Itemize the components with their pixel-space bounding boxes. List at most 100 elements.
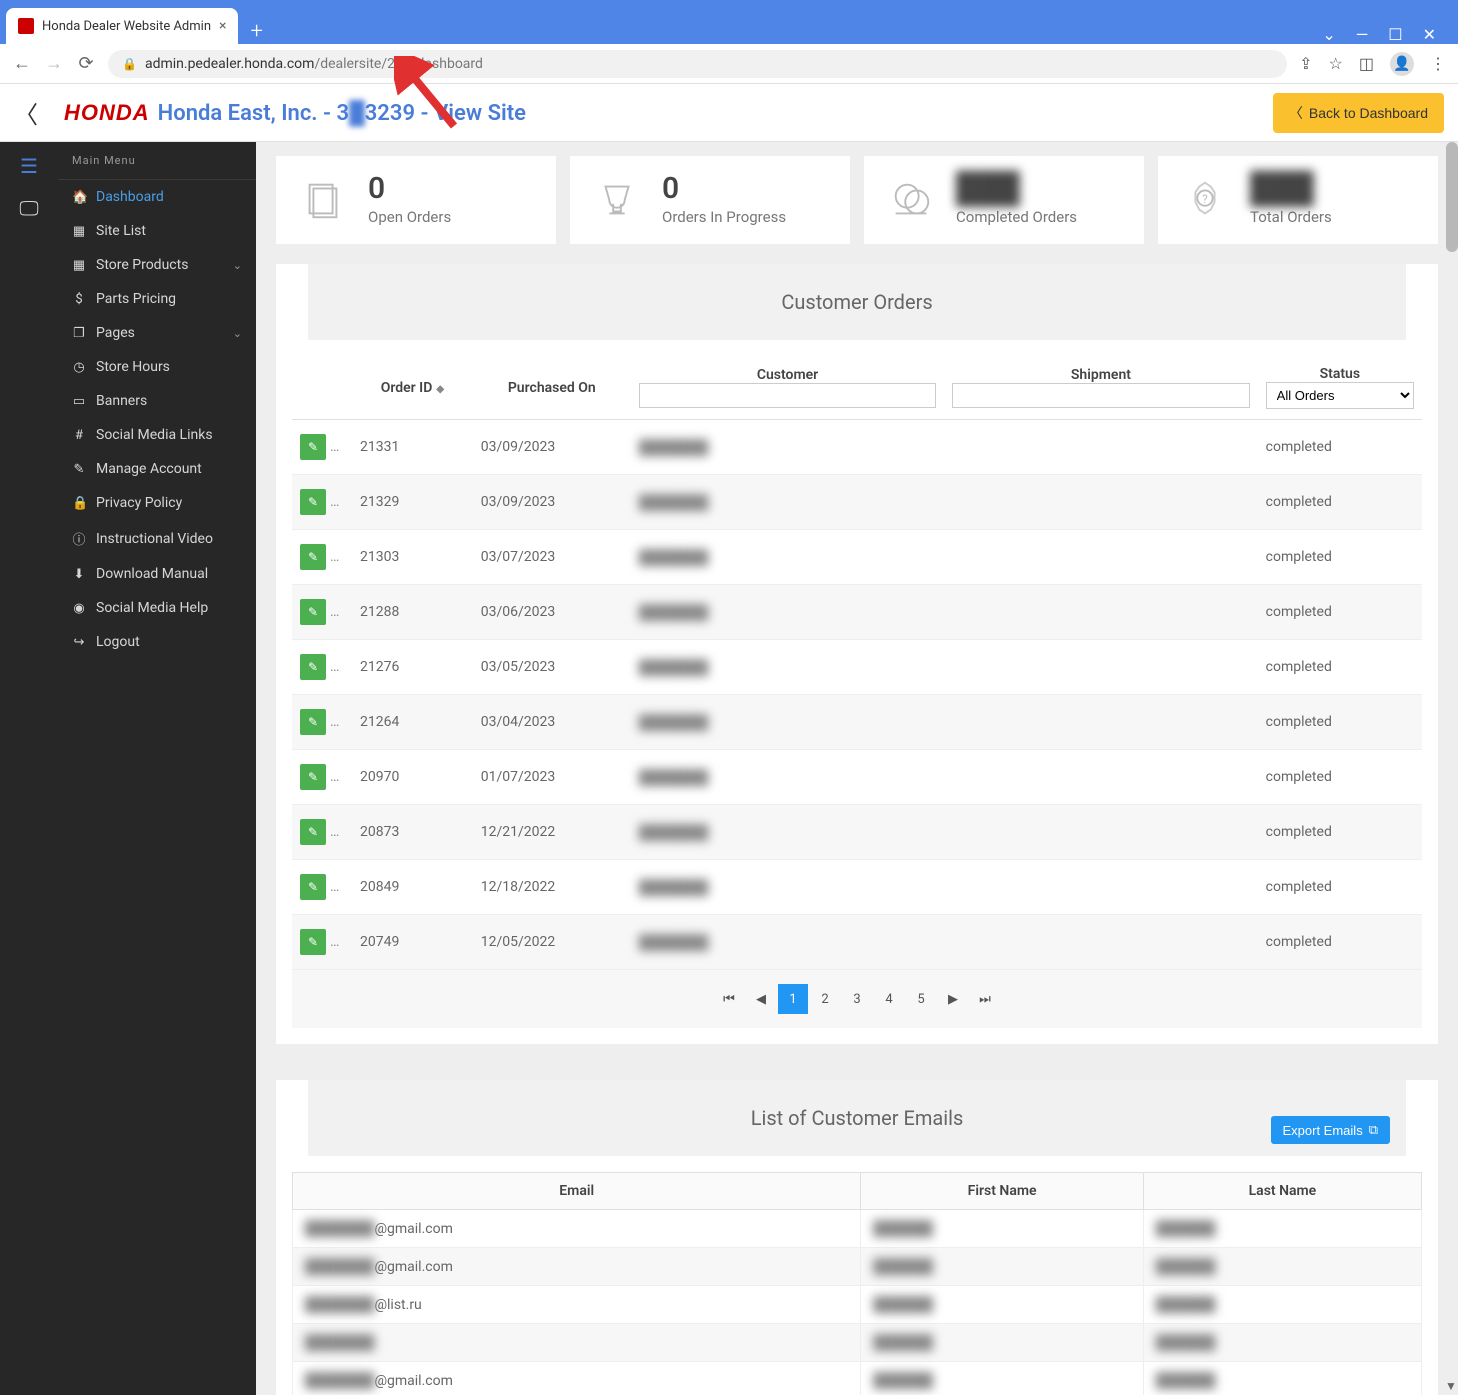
cell-date: 12/21/2022 bbox=[473, 805, 631, 860]
page-number[interactable]: 5 bbox=[906, 984, 936, 1014]
scrollbar[interactable] bbox=[1446, 142, 1458, 252]
page-nav[interactable]: ⏮ bbox=[714, 984, 744, 1014]
cell-status: completed bbox=[1258, 695, 1422, 750]
edit-order-button[interactable]: ✎ bbox=[300, 599, 326, 625]
sidebar-item-site-list[interactable]: ▦Site List bbox=[58, 214, 256, 248]
edit-order-button[interactable]: ✎ bbox=[300, 819, 326, 845]
emails-table: Email First Name Last Name ███████@gmail… bbox=[292, 1172, 1422, 1395]
edit-order-button[interactable]: ✎ bbox=[300, 709, 326, 735]
status-filter-select[interactable]: All Orders bbox=[1266, 382, 1414, 409]
more-icon[interactable]: … bbox=[330, 769, 339, 785]
edit-order-button[interactable]: ✎ bbox=[300, 929, 326, 955]
cell-status: completed bbox=[1258, 640, 1422, 695]
page-nav[interactable]: ⏭ bbox=[970, 984, 1000, 1014]
sidebar-item-store-hours[interactable]: ◷Store Hours bbox=[58, 350, 256, 384]
sidebar-item-banners[interactable]: ▭Banners bbox=[58, 384, 256, 418]
page-nav[interactable]: ◀ bbox=[746, 984, 776, 1014]
back-button[interactable]: ← bbox=[12, 53, 32, 74]
sidebar-item-logout[interactable]: ↪Logout bbox=[58, 625, 256, 659]
sidebar-item-label: Social Media Help bbox=[96, 600, 208, 616]
page-nav[interactable]: ▶ bbox=[938, 984, 968, 1014]
browser-tab[interactable]: Honda Dealer Website Admin × bbox=[6, 8, 238, 44]
cell-date: 12/18/2022 bbox=[473, 860, 631, 915]
more-icon[interactable]: … bbox=[330, 494, 339, 510]
page-number[interactable]: 1 bbox=[778, 984, 808, 1014]
minimize-icon[interactable]: — bbox=[1356, 25, 1369, 44]
maximize-icon[interactable]: ☐ bbox=[1388, 25, 1402, 44]
page-number[interactable]: 2 bbox=[810, 984, 840, 1014]
bookmark-icon[interactable]: ☆ bbox=[1329, 54, 1343, 73]
menu-icon[interactable]: ⋮ bbox=[1430, 54, 1446, 73]
shipment-filter-input[interactable] bbox=[952, 383, 1249, 408]
emails-panel-header: List of Customer Emails Export Emails ⧉ bbox=[308, 1080, 1406, 1156]
edit-order-button[interactable]: ✎ bbox=[300, 544, 326, 570]
sidebar-item-social-media-links[interactable]: #Social Media Links bbox=[58, 418, 256, 452]
cell-email: ███████@list.ru bbox=[293, 1286, 861, 1324]
edit-order-button[interactable]: ✎ bbox=[300, 764, 326, 790]
cell-status: completed bbox=[1258, 750, 1422, 805]
col-last-name[interactable]: Last Name bbox=[1143, 1173, 1421, 1210]
more-icon[interactable]: … bbox=[330, 549, 339, 565]
edit-order-button[interactable]: ✎ bbox=[300, 654, 326, 680]
page-number[interactable]: 4 bbox=[874, 984, 904, 1014]
sidebar-item-parts-pricing[interactable]: $Parts Pricing bbox=[58, 282, 256, 316]
sidebar-item-download-manual[interactable]: ⬇Download Manual bbox=[58, 557, 256, 591]
sidebar-item-social-media-help[interactable]: ◉Social Media Help bbox=[58, 591, 256, 625]
more-icon[interactable]: … bbox=[330, 934, 339, 950]
cell-shipment bbox=[944, 585, 1257, 640]
share-icon[interactable]: ⇪ bbox=[1299, 54, 1312, 73]
forward-button[interactable]: → bbox=[44, 53, 64, 74]
more-icon[interactable]: … bbox=[330, 824, 339, 840]
sidebar-icon: $ bbox=[72, 292, 86, 307]
menu-toggle-icon[interactable]: ☰ bbox=[20, 154, 38, 178]
sidebar-item-store-products[interactable]: ▦Store Products⌄ bbox=[58, 248, 256, 282]
emails-panel-title: List of Customer Emails bbox=[751, 1106, 964, 1130]
sidebar-item-instructional-video[interactable]: ⓘInstructional Video bbox=[58, 520, 256, 557]
col-first-name[interactable]: First Name bbox=[861, 1173, 1143, 1210]
close-window-icon[interactable]: ✕ bbox=[1423, 25, 1436, 44]
edit-order-button[interactable]: ✎ bbox=[300, 434, 326, 460]
address-bar: ← → ⟳ 🔒 admin.pedealer.honda.com/dealers… bbox=[0, 44, 1458, 84]
edit-order-button[interactable]: ✎ bbox=[300, 489, 326, 515]
reload-button[interactable]: ⟳ bbox=[76, 53, 96, 74]
sidebar-icon: ⓘ bbox=[72, 529, 86, 548]
customer-filter-input[interactable] bbox=[639, 383, 936, 408]
col-order-id[interactable]: Order ID◆ bbox=[352, 356, 473, 420]
sidebar-item-manage-account[interactable]: ✎Manage Account bbox=[58, 452, 256, 486]
stat-value: ███ bbox=[1250, 174, 1332, 204]
more-icon[interactable]: … bbox=[330, 439, 339, 455]
cell-date: 03/07/2023 bbox=[473, 530, 631, 585]
url-input[interactable]: 🔒 admin.pedealer.honda.com/dealersite/20… bbox=[108, 50, 1287, 78]
chevron-down-icon[interactable]: ⌄ bbox=[1322, 25, 1335, 44]
more-icon[interactable]: … bbox=[330, 604, 339, 620]
export-emails-button[interactable]: Export Emails ⧉ bbox=[1271, 1116, 1391, 1144]
cell-customer: ███████ bbox=[631, 585, 944, 640]
sidebar-item-pages[interactable]: ❐Pages⌄ bbox=[58, 316, 256, 350]
table-row: ███████@gmail.com ██████ ██████ bbox=[293, 1248, 1422, 1286]
more-icon[interactable]: … bbox=[330, 879, 339, 895]
more-icon[interactable]: … bbox=[330, 714, 339, 730]
table-row: ✎… 21288 03/06/2023 ███████ completed bbox=[292, 585, 1422, 640]
cell-order-id: 21276 bbox=[352, 640, 473, 695]
table-row: ✎… 21303 03/07/2023 ███████ completed bbox=[292, 530, 1422, 585]
monitor-icon[interactable]: 🖵 bbox=[19, 196, 38, 220]
col-purchased[interactable]: Purchased On bbox=[473, 356, 631, 420]
extensions-icon[interactable]: ◫ bbox=[1359, 54, 1374, 73]
cell-last-name: ██████ bbox=[1143, 1286, 1421, 1324]
edit-order-button[interactable]: ✎ bbox=[300, 874, 326, 900]
scroll-down-icon[interactable]: ▼ bbox=[1444, 1379, 1458, 1393]
profile-avatar[interactable]: 👤 bbox=[1390, 52, 1414, 76]
cell-order-id: 21329 bbox=[352, 475, 473, 530]
back-to-dashboard-button[interactable]: 〈 Back to Dashboard bbox=[1273, 93, 1444, 133]
stat-icon: ? bbox=[1180, 175, 1230, 225]
sidebar-item-dashboard[interactable]: 🏠Dashboard bbox=[58, 180, 256, 214]
cell-date: 03/04/2023 bbox=[473, 695, 631, 750]
page-number[interactable]: 3 bbox=[842, 984, 872, 1014]
more-icon[interactable]: … bbox=[330, 659, 339, 675]
cell-status: completed bbox=[1258, 860, 1422, 915]
col-email[interactable]: Email bbox=[293, 1173, 861, 1210]
sidebar-item-privacy-policy[interactable]: 🔒Privacy Policy bbox=[58, 486, 256, 520]
new-tab-button[interactable]: + bbox=[238, 19, 274, 44]
close-tab-icon[interactable]: × bbox=[219, 18, 226, 34]
header-back-button[interactable]: 〈 bbox=[14, 95, 44, 130]
